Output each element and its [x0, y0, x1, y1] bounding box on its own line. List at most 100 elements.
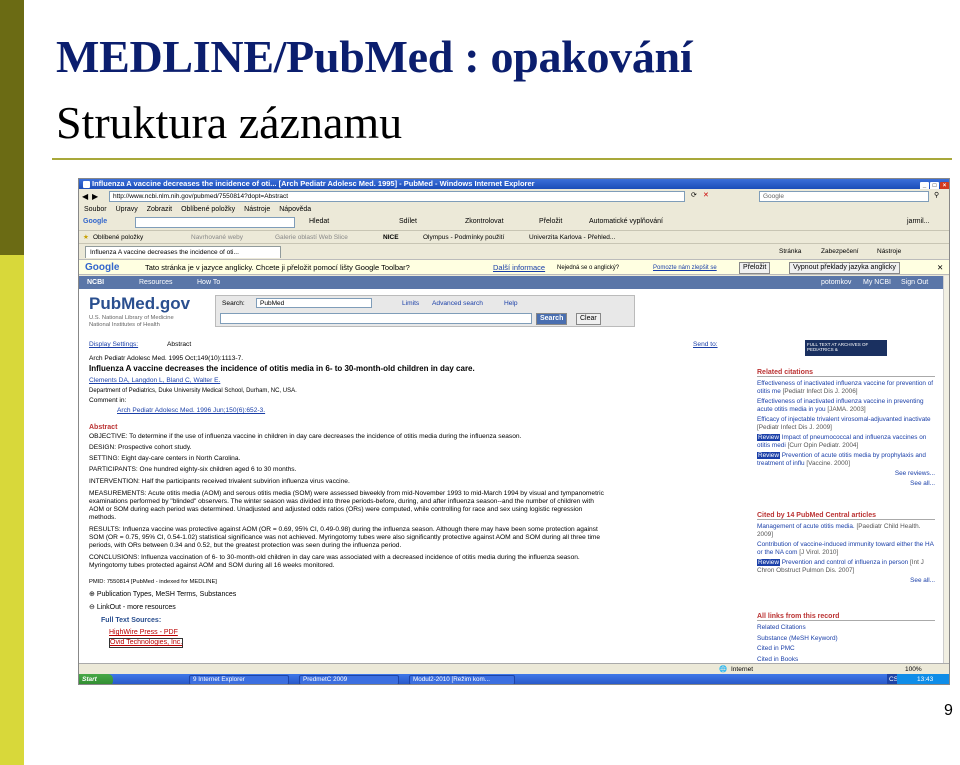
tab-tool-tools[interactable]: Nástroje [877, 244, 901, 258]
link-related-citations[interactable]: Related Citations [757, 624, 935, 632]
tab-pubmed[interactable]: Influenza A vaccine decreases the incide… [85, 246, 281, 258]
cited-item[interactable]: Review Prevention and control of influen… [757, 559, 935, 574]
see-reviews-link[interactable]: See reviews... [757, 470, 935, 478]
clear-button[interactable]: Clear [576, 313, 601, 325]
browser-screenshot: Influenza A vaccine decreases the incide… [78, 178, 950, 685]
limits-link[interactable]: Limits [402, 300, 419, 308]
display-settings-link[interactable]: Display Settings: [89, 341, 138, 349]
favorites-bar: ★ Oblíbené položky Navrhované weby Galer… [79, 230, 949, 243]
google-toolbar-logo: Google [83, 218, 108, 225]
translate-more-info-link[interactable]: Další informace [493, 260, 545, 274]
howto-menu[interactable]: How To [197, 276, 220, 289]
task-powerpoint[interactable]: Modul2-2010 [Režim kom... [409, 675, 515, 684]
start-button[interactable]: Start [79, 674, 113, 684]
translate-off-button[interactable]: Vypnout překlady jazyka anglicky [789, 262, 900, 274]
address-input[interactable]: http://www.ncbi.nlm.nih.gov/pubmed/75508… [109, 191, 685, 202]
translate-button[interactable]: Přeložit [539, 215, 562, 229]
database-select[interactable]: PubMed [256, 298, 372, 308]
google-toolbar-input[interactable] [135, 217, 295, 228]
task-folder[interactable]: PredmetC 2009 [299, 675, 399, 684]
my-ncbi-link[interactable]: My NCBI [863, 276, 891, 289]
share-button[interactable]: Sdílet [399, 215, 417, 229]
search-button[interactable]: Search [536, 313, 568, 325]
status-bar: 🌐 Internet 100% [79, 663, 949, 674]
see-all-cited-link[interactable]: See all... [757, 577, 935, 585]
menu-bar: Soubor Úpravy Zobrazit Oblíbené položky Nást… [79, 205, 949, 215]
refresh-icon[interactable]: ⟳ [691, 191, 697, 199]
translate-page-button[interactable]: Přeložit [739, 262, 771, 274]
linkout-toggle[interactable]: ⊖ LinkOut - more resources [89, 604, 176, 612]
fav-charles-uni[interactable]: Univerzita Karlova - Přehled... [529, 231, 615, 243]
google-search-button[interactable]: Hledat [309, 215, 329, 229]
menu-help[interactable]: Nápověda [279, 206, 311, 213]
back-icon[interactable]: ◀ [82, 192, 88, 201]
star-icon: ★ [83, 234, 89, 241]
citation: Arch Pediatr Adolesc Med. 1995 Oct;149(1… [89, 355, 244, 362]
tab-tool-page[interactable]: Stránka [779, 244, 801, 258]
search-icon[interactable]: ⚲ [934, 191, 939, 199]
related-item[interactable]: Review Impact of pneumococcal and influe… [757, 434, 935, 449]
abstract-measurements-4: methods. [89, 514, 117, 521]
stop-icon[interactable]: ✕ [703, 191, 709, 199]
translate-not-english[interactable]: Nejedná se o anglický? [557, 260, 619, 274]
pubmed-logo[interactable]: PubMed.gov [89, 294, 190, 314]
favorites-label[interactable]: Oblíbené položky [93, 231, 143, 243]
fav-suggested[interactable]: Navrhované weby [191, 231, 243, 243]
authors[interactable]: Clements DA, Langdon L, Bland C, Walter … [89, 377, 220, 385]
related-item[interactable]: Effectiveness of inactivated influenza v… [757, 380, 935, 395]
translate-help-link[interactable]: Pomozte nám zlepšit se [653, 260, 717, 274]
fav-webslice[interactable]: Galerie oblastí Web Slice [275, 231, 348, 243]
close-icon[interactable]: × [940, 182, 949, 189]
menu-edit[interactable]: Úpravy [116, 206, 138, 213]
menu-file[interactable]: Soubor [84, 206, 107, 213]
vertical-scrollbar[interactable] [943, 276, 949, 666]
link-cited-pmc[interactable]: Cited in PMC [757, 645, 935, 653]
infobar-close-icon[interactable]: ✕ [937, 260, 943, 274]
related-item[interactable]: Effectiveness of inactivated influenza v… [757, 398, 935, 413]
related-item[interactable]: Efficacy of injectable trivalent virosom… [757, 416, 935, 431]
minimize-icon[interactable]: _ [920, 182, 929, 189]
autofill-button[interactable]: Automatické vyplňování [589, 215, 663, 229]
menu-favorites[interactable]: Oblíbené položky [181, 206, 235, 213]
search-engine-input[interactable]: Google [759, 191, 929, 202]
resources-menu[interactable]: Resources [139, 276, 172, 289]
send-to-link[interactable]: Send to: [693, 341, 718, 349]
user-link[interactable]: potomkov [821, 276, 851, 289]
abstract-results-1: RESULTS: Influenza vaccine was protectiv… [89, 526, 598, 533]
translate-message: Tato stránka je v jazyce anglicky. Chcet… [145, 263, 410, 272]
menu-tools[interactable]: Nástroje [244, 206, 270, 213]
ovid-link[interactable]: Ovid Technologies, Inc. [109, 638, 184, 648]
affiliation: Department of Pediatrics, Duke Universit… [89, 388, 297, 394]
address-bar-row: ◀ ▶ http://www.ncbi.nlm.nih.gov/pubmed/7… [79, 190, 949, 204]
search-input[interactable] [220, 313, 532, 324]
advanced-search-link[interactable]: Advanced search [432, 300, 483, 308]
comment-ref-link[interactable]: Arch Pediatr Adolesc Med. 1996 Jun;150(6… [117, 407, 265, 415]
maximize-icon[interactable]: □ [930, 182, 939, 189]
link-substance[interactable]: Substance (MeSH Keyword) [757, 635, 935, 643]
article-title: Influenza A vaccine decreases the incide… [89, 364, 475, 373]
task-ie[interactable]: 9 Internet Explorer [189, 675, 289, 684]
pub-types-toggle[interactable]: ⊕ Publication Types, MeSH Terms, Substan… [89, 591, 236, 599]
fav-olympus[interactable]: Olympus - Podmínky použití [423, 231, 504, 243]
linkout-label: LinkOut - more resources [96, 604, 176, 611]
spellcheck-button[interactable]: Zkontrolovat [465, 215, 504, 229]
ncbi-bar: NCBI Resources How To potomkov My NCBI S… [79, 276, 943, 289]
cited-item[interactable]: Management of acute otitis media. [Paedi… [757, 523, 935, 538]
menu-view[interactable]: Zobrazit [147, 206, 172, 213]
tab-tool-security[interactable]: Zabezpečení [821, 244, 859, 258]
link-cited-books[interactable]: Cited in Books [757, 656, 935, 664]
zoom-control[interactable]: 100% [905, 664, 922, 674]
fulltext-badge[interactable]: FULL TEXT AT ARCHIVES OF PEDIATRICS & [805, 340, 887, 356]
see-all-related-link[interactable]: See all... [757, 480, 935, 488]
fav-nice[interactable]: NICE [383, 231, 399, 243]
google-user[interactable]: jarmil... [907, 215, 930, 229]
sign-out-link[interactable]: Sign Out [901, 276, 928, 289]
all-links-heading: All links from this record [757, 613, 935, 621]
highwire-link[interactable]: HighWire Press - PDF [109, 629, 178, 637]
ncbi-logo[interactable]: NCBI [87, 276, 104, 289]
help-link[interactable]: Help [504, 300, 518, 308]
forward-icon[interactable]: ▶ [92, 192, 98, 201]
related-item[interactable]: Review Prevention of acute otitis media … [757, 452, 935, 467]
search-label: Search: [222, 300, 245, 307]
cited-item[interactable]: Contribution of vaccine-induced immunity… [757, 541, 935, 556]
